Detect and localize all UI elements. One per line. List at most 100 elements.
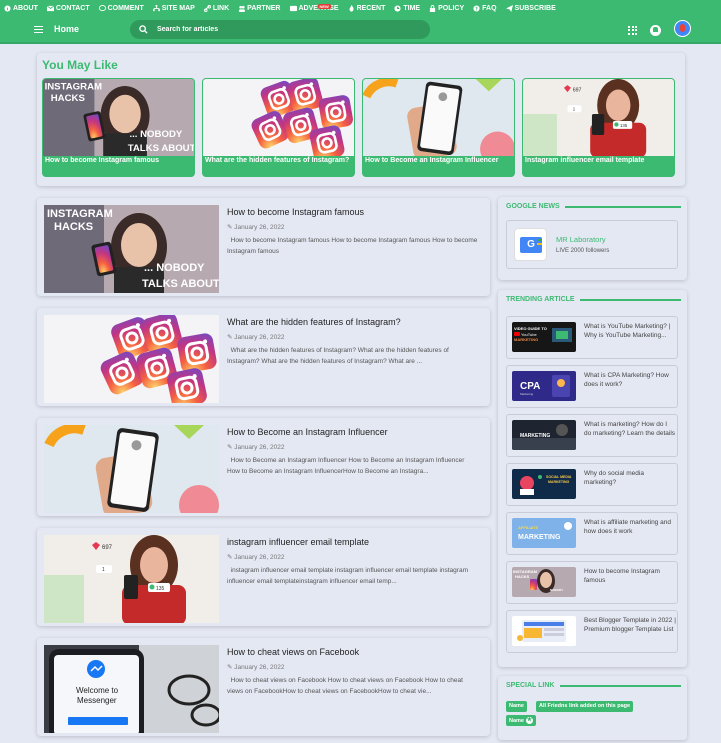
google-news-logo-icon: G: [514, 228, 547, 261]
post-thumbnail[interactable]: INSTAGRAM HACKS ... NOBODY TALKS ABOUT: [44, 205, 219, 293]
search-bar[interactable]: [130, 20, 430, 39]
trending-item-title[interactable]: What is marketing? How do I do marketing…: [584, 420, 676, 438]
top-nav-item-contact[interactable]: CONTACT: [46, 5, 90, 12]
svg-text:MARKETING: MARKETING: [514, 337, 538, 342]
top-nav-item-link[interactable]: LINK: [203, 5, 229, 12]
question-icon: ?: [473, 5, 480, 12]
top-nav-item-recent[interactable]: RECENT: [348, 5, 386, 12]
post-title[interactable]: How to become Instagram famous: [227, 207, 482, 217]
home-link[interactable]: Home: [54, 24, 79, 34]
you-may-like-item[interactable]: What are the hidden features of Instagra…: [202, 78, 355, 177]
post-card[interactable]: INSTAGRAM HACKS ... NOBODY TALKS ABOUT How …: [37, 198, 490, 296]
special-link-header: SPECIAL LINK: [506, 682, 681, 689]
you-may-like-item[interactable]: INSTAGRAM HACKS ... NOBODY TALKS ABOUT How t…: [42, 78, 195, 177]
top-nav-item-subscribe[interactable]: SUBSCRIBE: [505, 5, 556, 12]
trending-item-title[interactable]: Best Blogger Template in 2022 | Premium …: [584, 616, 676, 634]
post-thumbnail[interactable]: Welcome to Messenger: [44, 645, 219, 733]
top-nav-label: CONTACT: [55, 5, 90, 12]
top-nav-item-about[interactable]: ABOUT: [4, 5, 38, 12]
post-date-text: January 26, 2022: [234, 444, 285, 451]
post-excerpt: How to cheat views on Facebook How to ch…: [227, 675, 479, 697]
post-card[interactable]: Welcome to Messenger How to cheat views o…: [37, 638, 490, 736]
post-thumbnail[interactable]: [44, 425, 219, 513]
link-icon: [203, 5, 211, 12]
trending-item[interactable]: AFFILIATE MARKETING What is affiliate mark…: [506, 512, 678, 555]
svg-text:Messenger: Messenger: [77, 696, 117, 705]
google-news-name[interactable]: MR Laboratory: [556, 235, 606, 244]
google-news-card[interactable]: G MR Laboratory LIVE 2000 followers: [506, 220, 678, 269]
trending-item[interactable]: INSTAGRAM HACKS NOBODY How to become Instag…: [506, 561, 678, 604]
you-may-like-caption: Instagram influencer email template: [525, 157, 645, 164]
post-title[interactable]: instagram influencer email template: [227, 537, 482, 547]
trending-thumbnail: MARKETING: [512, 420, 576, 450]
top-nav-item-partner[interactable]: PARTNER: [238, 5, 281, 12]
top-nav-item-advertise[interactable]: ADVERTISENEW: [289, 4, 339, 12]
you-may-like-title: You May Like: [42, 58, 118, 72]
svg-text:SOCIAL MEDIA: SOCIAL MEDIA: [546, 475, 572, 479]
top-nav-item-comment[interactable]: COMMENT: [98, 5, 144, 12]
top-nav: ABOUT CONTACT COMMENT SITE MAP LINK PARTNER AD…: [0, 0, 721, 17]
you-may-like-item[interactable]: 697 1 135 Instagram influencer email templa…: [522, 78, 675, 177]
post-title[interactable]: How to cheat views on Facebook: [227, 647, 482, 657]
trending-item-title[interactable]: Why do social media marketing?: [584, 469, 676, 487]
post-date-text: January 26, 2022: [234, 554, 285, 561]
top-nav-item-faq[interactable]: ? FAQ: [473, 5, 497, 12]
post-thumbnail[interactable]: [44, 315, 219, 403]
svg-text:135: 135: [620, 123, 628, 128]
trending-item[interactable]: SOCIAL MEDIA MARKETING Why do social media…: [506, 463, 678, 506]
special-link-tag[interactable]: All Friedns link added on this page: [536, 701, 634, 712]
svg-text:AFFILIATE: AFFILIATE: [518, 525, 538, 530]
post-excerpt-text: How to become Instagram famous How to be…: [227, 237, 478, 255]
trending-header: TRENDING ARTICLE: [506, 296, 681, 303]
top-nav-item-policy[interactable]: POLICY: [429, 5, 464, 12]
trending-item-title[interactable]: How to become Instagram famous: [584, 567, 676, 585]
comment-icon: [98, 5, 106, 12]
top-nav-label: ABOUT: [13, 5, 38, 12]
trending-thumbnail: AFFILIATE MARKETING: [512, 518, 576, 548]
send-icon: [505, 5, 513, 12]
post-card[interactable]: What are the hidden features of Instagra…: [37, 308, 490, 406]
special-link-title: SPECIAL LINK: [506, 682, 555, 689]
svg-text:MARKETING: MARKETING: [548, 480, 569, 484]
svg-text:NOBODY: NOBODY: [550, 588, 563, 592]
special-link-tag[interactable]: Name ★: [506, 715, 536, 726]
post-excerpt-text: How to cheat views on Facebook How to ch…: [227, 677, 463, 695]
svg-text:... NOBODY: ... NOBODY: [144, 262, 205, 274]
post-card[interactable]: 697 1 135 instagram influencer email templ…: [37, 528, 490, 626]
trending-item[interactable]: VIDEO GUIDE TO YouTube MARKETING What is Yo…: [506, 316, 678, 359]
new-badge: NEW: [317, 4, 331, 9]
edit-icon: ✎: [227, 334, 233, 341]
post-title[interactable]: What are the hidden features of Instagra…: [227, 317, 482, 327]
avatar[interactable]: [674, 20, 691, 37]
you-may-like-item[interactable]: How to Become an Instagram Influencer: [362, 78, 515, 177]
post-card[interactable]: How to Become an Instagram Influencer ✎ …: [37, 418, 490, 516]
svg-text:MARKETING: MARKETING: [520, 433, 550, 439]
svg-text:Marketing: Marketing: [520, 392, 534, 396]
notification-icon[interactable]: [650, 24, 661, 36]
trending-thumbnail: CPA Marketing: [512, 371, 576, 401]
post-date: ✎ January 26, 2022: [227, 333, 285, 341]
trending-item[interactable]: CPA Marketing What is CPA Marketing? How d…: [506, 365, 678, 408]
svg-text:HACKS: HACKS: [51, 93, 86, 104]
you-may-like-caption: How to Become an Instagram Influencer: [365, 157, 499, 164]
ad-icon: [289, 5, 297, 12]
trending-item[interactable]: Best Blogger Template in 2022 | Premium …: [506, 610, 678, 653]
special-link-tag-text: Name: [509, 717, 524, 724]
top-nav-item-site-map[interactable]: SITE MAP: [152, 5, 195, 12]
top-nav-label: FAQ: [482, 5, 497, 12]
post-title[interactable]: How to Become an Instagram Influencer: [227, 427, 482, 437]
special-link-tag[interactable]: Name: [506, 701, 527, 712]
svg-text:697: 697: [102, 545, 113, 551]
apps-grid-icon[interactable]: [628, 25, 637, 35]
svg-text:1: 1: [102, 567, 105, 573]
post-thumbnail[interactable]: 697 1 135: [44, 535, 219, 623]
menu-icon[interactable]: [34, 26, 43, 33]
trending-item-title[interactable]: What is CPA Marketing? How does it work?: [584, 371, 676, 389]
svg-text:135: 135: [156, 586, 165, 592]
top-nav-item-time[interactable]: TIME: [394, 5, 420, 12]
trending-item-title[interactable]: What is affiliate marketing and how does…: [584, 518, 676, 536]
trending-item[interactable]: MARKETING What is marketing? How do I do …: [506, 414, 678, 457]
trending-item-title[interactable]: What is YouTube Marketing? | Why is YouT…: [584, 322, 676, 340]
search-input[interactable]: [157, 26, 397, 33]
top-nav-label: RECENT: [356, 5, 386, 12]
